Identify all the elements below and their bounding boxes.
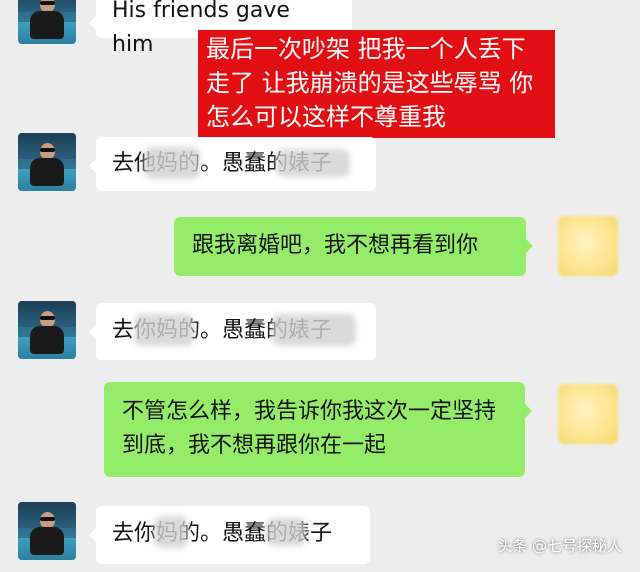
avatar-body <box>30 158 64 186</box>
censor-blur <box>276 149 350 177</box>
watermark-text: 头条 @七号探秘人 <box>497 537 622 555</box>
overlay-text: 最后一次吵架 把我一个人丢下走了 让我崩溃的是这些辱骂 你怎么可以这样不尊重我 <box>206 35 534 131</box>
avatar[interactable] <box>18 0 76 44</box>
message-text: 不管怎么样，我告诉你我这次一定坚持到底，我不想再跟你在一起 <box>122 399 497 458</box>
avatar-glasses <box>40 148 55 152</box>
message-bubble: 去你妈的。愚蠢的婊子 <box>89 506 370 564</box>
user-avatar[interactable] <box>558 384 618 444</box>
avatar-body <box>30 326 64 354</box>
avatar-body <box>30 11 64 39</box>
avatar-glasses <box>40 1 55 5</box>
message-bubble: 去他妈的。愚蠢的婊子 <box>89 137 376 191</box>
avatar-glasses <box>40 316 55 320</box>
user-avatar[interactable] <box>558 216 618 276</box>
censor-blur <box>272 314 356 346</box>
avatar[interactable] <box>18 502 76 560</box>
avatar-body <box>30 527 64 555</box>
message-bubble: 去你妈的。愚蠢的婊子 <box>89 303 376 360</box>
avatar[interactable] <box>18 133 76 191</box>
censor-blur <box>154 516 188 548</box>
censor-blur <box>144 147 200 179</box>
censor-blur <box>134 314 194 346</box>
avatar-glasses <box>40 517 55 521</box>
message-text: 跟我离婚吧，我不想再看到你 <box>192 233 479 258</box>
message-bubble: 跟我离婚吧，我不想再看到你 <box>174 217 533 276</box>
message-bubble: 不管怎么样，我告诉你我这次一定坚持到底，我不想再跟你在一起 <box>104 382 532 477</box>
message-overlay: 最后一次吵架 把我一个人丢下走了 让我崩溃的是这些辱骂 你怎么可以这样不尊重我 <box>198 30 555 138</box>
avatar[interactable] <box>18 301 76 359</box>
censor-blur <box>266 518 306 546</box>
watermark: 头条 @七号探秘人 <box>497 535 622 556</box>
